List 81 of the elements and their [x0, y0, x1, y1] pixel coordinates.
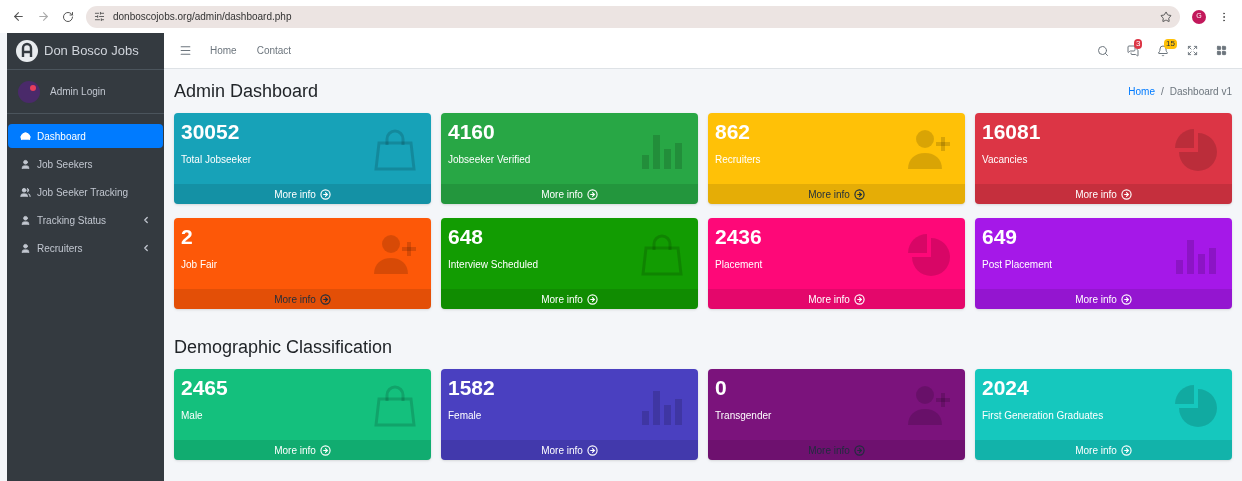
sidebar-item[interactable]: Tracking Status [8, 208, 163, 232]
message-count-badge: 3 [1134, 38, 1143, 49]
brand-name: Don Bosco Jobs [44, 42, 139, 61]
user-icon [20, 214, 31, 226]
section-title: Admin Dashboard [174, 79, 319, 103]
stat-label: Recruiters [715, 153, 762, 167]
more-info-link[interactable]: More info [441, 440, 698, 460]
more-info-link[interactable]: More info [441, 184, 698, 204]
brand-logo-icon [16, 40, 38, 62]
stat-label: Jobseeker Verified [448, 153, 532, 167]
breadcrumb-item[interactable]: Home [1128, 83, 1155, 99]
address-bar[interactable]: donboscojobs.org/admin/dashboard.php [86, 5, 1180, 28]
stat-value: 2 [181, 224, 194, 250]
more-info-link[interactable]: More info [174, 440, 431, 460]
user-avatar [18, 80, 40, 103]
site-settings-icon[interactable] [94, 11, 105, 22]
stat-label: Female [448, 409, 483, 423]
nav-link[interactable]: Home [210, 43, 237, 58]
stat-value: 30052 [181, 119, 241, 145]
arrow-right-circle-icon [1120, 188, 1132, 200]
fullscreen-icon[interactable] [1187, 45, 1198, 56]
more-info-link[interactable]: More info [174, 184, 431, 204]
stat-value: 649 [982, 224, 1019, 250]
breadcrumb-separator: / [1160, 84, 1164, 99]
user-icon [20, 242, 31, 254]
more-info-link[interactable]: More info [708, 289, 965, 309]
sidebar-item[interactable]: Job Seeker Tracking [8, 180, 163, 204]
arrow-right-circle-icon [319, 188, 331, 200]
more-info-link[interactable]: More info [975, 184, 1232, 204]
stat-value: 2024 [982, 375, 1030, 401]
nav-link[interactable]: Contact [256, 43, 292, 58]
arrow-right-circle-icon [1120, 444, 1132, 456]
stat-value: 2436 [715, 224, 763, 250]
messages-icon[interactable] [1127, 44, 1139, 57]
stat-label: Post Placement [982, 258, 1054, 272]
stat-value: 2465 [181, 375, 229, 401]
more-info-link[interactable]: More info [975, 289, 1232, 309]
url-text: donboscojobs.org/admin/dashboard.php [113, 10, 292, 24]
arrow-right-circle-icon [853, 188, 865, 200]
back-icon[interactable] [12, 10, 25, 23]
stat-label: Placement [715, 258, 764, 272]
notification-count-badge: 15 [1164, 38, 1177, 49]
user-icon [20, 158, 31, 170]
menu-icon[interactable] [179, 44, 192, 57]
section-title: Demographic Classification [174, 335, 393, 359]
sidebar-item[interactable]: Recruiters [8, 236, 163, 260]
sidebar-item[interactable]: Dashboard [8, 124, 163, 148]
user-name[interactable]: Admin Login [50, 84, 106, 99]
arrow-right-circle-icon [586, 293, 598, 305]
stat-value: 16081 [982, 119, 1042, 145]
breadcrumb-item: Dashboard v1 [1169, 84, 1232, 99]
more-info-link[interactable]: More info [708, 184, 965, 204]
bookmark-star-icon[interactable] [1160, 10, 1172, 23]
arrow-right-circle-icon [586, 444, 598, 456]
sidebar-item[interactable]: Job Seekers [8, 152, 163, 176]
stat-value: 648 [448, 224, 485, 250]
stat-label: Interview Scheduled [448, 258, 540, 272]
stat-label: Transgender [715, 409, 773, 423]
arrow-right-circle-icon [853, 293, 865, 305]
reload-icon[interactable] [62, 10, 74, 23]
search-icon[interactable] [1097, 44, 1109, 57]
stat-label: Vacancies [982, 153, 1029, 167]
stat-label: Total Jobseeker [181, 153, 253, 167]
more-info-link[interactable]: More info [441, 289, 698, 309]
stat-label: First Generation Graduates [982, 409, 1105, 423]
arrow-right-circle-icon [586, 188, 598, 200]
stat-label: Job Fair [181, 258, 219, 272]
stat-value: 4160 [448, 119, 496, 145]
stat-value: 0 [715, 375, 728, 401]
stat-label: Male [181, 409, 204, 423]
more-info-link[interactable]: More info [975, 440, 1232, 460]
arrow-right-circle-icon [853, 444, 865, 456]
stat-value: 1582 [448, 375, 496, 401]
grid-icon[interactable] [1216, 45, 1227, 56]
arrow-right-circle-icon [1120, 293, 1132, 305]
notifications-icon[interactable] [1157, 44, 1169, 57]
arrow-right-circle-icon [319, 444, 331, 456]
stat-value: 862 [715, 119, 752, 145]
more-info-link[interactable]: More info [174, 289, 431, 309]
arrow-right-circle-icon [319, 293, 331, 305]
users-icon [20, 186, 31, 198]
